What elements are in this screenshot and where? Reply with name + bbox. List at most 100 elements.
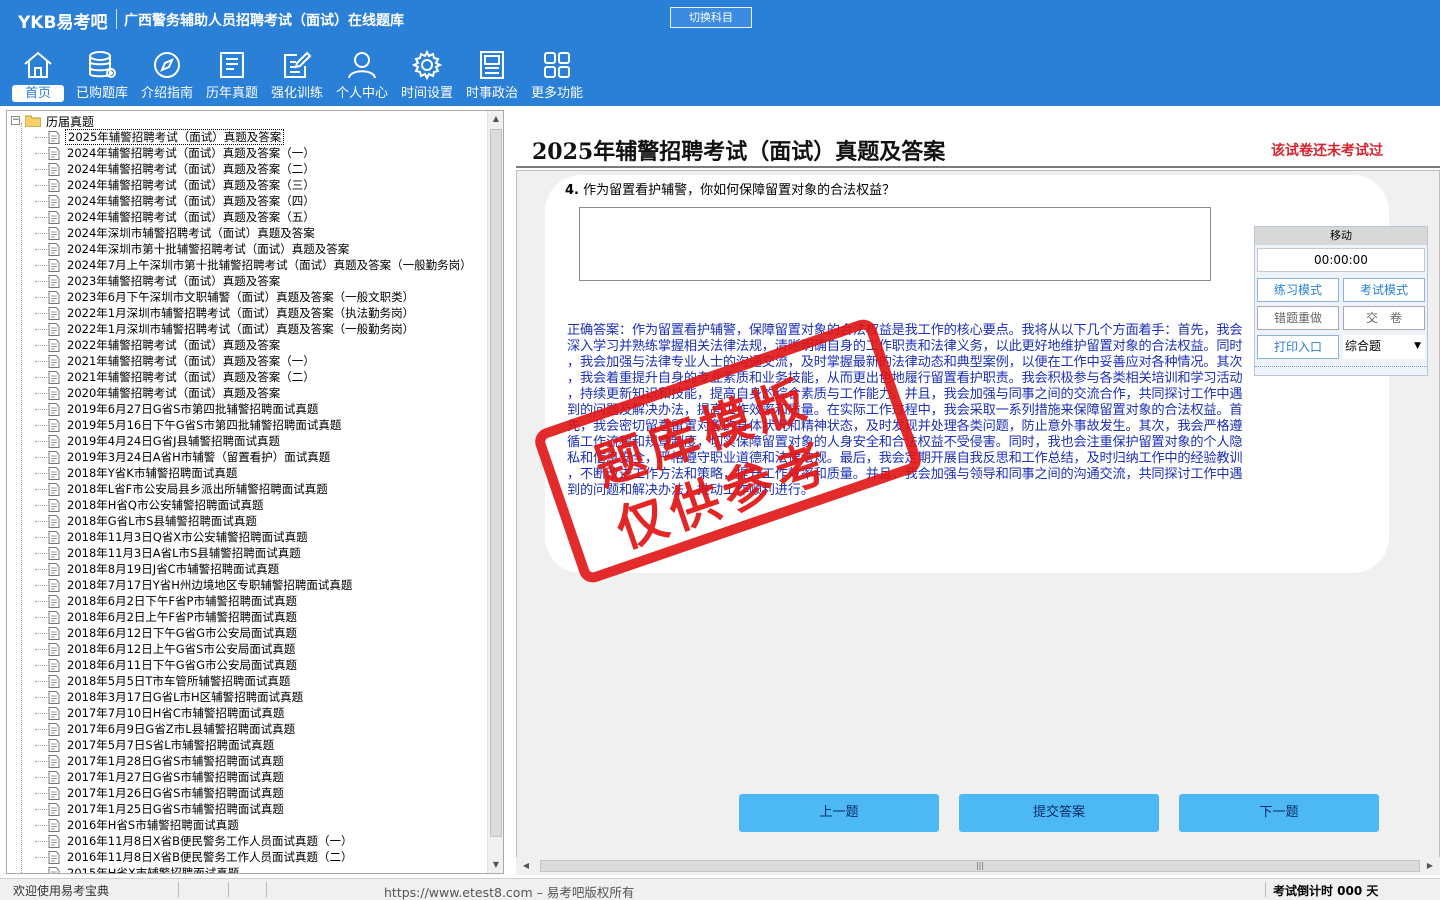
tree-item[interactable]: 2022年1月深圳市辅警招聘考试（面试）真题及答案（执法勤务岗） xyxy=(7,305,487,321)
nav-time-settings-label: 时间设置 xyxy=(400,86,453,101)
document-list-icon xyxy=(216,49,248,81)
tree-item[interactable]: 2023年6月下午深圳市文职辅警（面试）真题及答案（一般文职类） xyxy=(7,289,487,305)
nav-time-settings[interactable]: 时间设置 xyxy=(395,44,459,104)
tree-item[interactable]: 2017年6月9日G省Z市L县辅警招聘面试真题 xyxy=(7,721,487,737)
tree-item[interactable]: 2018年7月17日Y省H州边境地区专职辅警招聘面试真题 xyxy=(7,577,487,593)
tree-item[interactable]: 2016年11月8日X省B便民警务工作人员面试真题（一） xyxy=(7,833,487,849)
nav-training[interactable]: 强化训练 xyxy=(265,44,329,104)
document-icon xyxy=(48,243,60,256)
tree-item[interactable]: 2021年辅警招聘考试（面试）真题及答案（一） xyxy=(7,353,487,369)
exam-countdown: 考试倒计时 000 天 xyxy=(1273,884,1379,898)
tree-item[interactable]: 2018年5月5日T市车管所辅警招聘面试真题 xyxy=(7,673,487,689)
tree-item[interactable]: 2024年辅警招聘考试（面试）真题及答案（五） xyxy=(7,209,487,225)
practice-mode-button[interactable]: 练习模式 xyxy=(1257,278,1339,302)
tree-item[interactable]: 2018年8月19日J省C市辅警招聘面试真题 xyxy=(7,561,487,577)
submit-paper-button[interactable]: 交 卷 xyxy=(1343,306,1425,330)
tree-item[interactable]: 2024年辅警招聘考试（面试）真题及答案（三） xyxy=(7,177,487,193)
tree-connector xyxy=(35,169,47,170)
tree-scroll-thumb[interactable] xyxy=(490,129,502,837)
tree-item[interactable]: 2023年辅警招聘考试（面试）真题及答案 xyxy=(7,273,487,289)
tree-item[interactable]: 2018年11月3日A省L市S县辅警招聘面试真题 xyxy=(7,545,487,561)
document-icon xyxy=(48,659,60,672)
document-icon xyxy=(48,467,60,480)
tree-item[interactable]: 2017年1月26日G省S市辅警招聘面试真题 xyxy=(7,785,487,801)
scroll-down-icon[interactable]: ▼ xyxy=(488,857,503,873)
tree-item[interactable]: 2018年6月11日下午G省G市公安局面试真题 xyxy=(7,657,487,673)
switch-subject-button[interactable]: 切换科目 xyxy=(670,7,752,28)
tree-item[interactable]: 2017年5月7日S省L市辅警招聘面试真题 xyxy=(7,737,487,753)
exam-mode-button[interactable]: 考试模式 xyxy=(1343,278,1425,302)
tree-item[interactable]: 2018年6月12日上午G省S市公安局面试真题 xyxy=(7,641,487,657)
tree-item[interactable]: 2015年H省X市辅警招聘面试真题 xyxy=(7,865,487,873)
tree-item[interactable]: 2016年H省S市辅警招聘面试真题 xyxy=(7,817,487,833)
nav-purchased[interactable]: 已购题库 xyxy=(70,44,134,104)
tree-item[interactable]: 2024年辅警招聘考试（面试）真题及答案（四） xyxy=(7,193,487,209)
tree-item[interactable]: 2017年1月25日G省S市辅警招聘面试真题 xyxy=(7,801,487,817)
chevron-down-icon: ▼ xyxy=(1414,341,1421,351)
tree-item[interactable]: 2019年4月24日G省J县辅警招聘面试真题 xyxy=(7,433,487,449)
nav-more[interactable]: 更多功能 xyxy=(525,44,589,104)
tree-connector xyxy=(35,809,47,810)
tree-item[interactable]: 2018年6月2日上午F省P市辅警招聘面试真题 xyxy=(7,609,487,625)
tree-item-label: 2017年7月10日H省C市辅警招聘面试真题 xyxy=(67,706,285,720)
horizontal-scroll-thumb[interactable]: ||| xyxy=(540,860,1420,872)
nav-profile[interactable]: 个人中心 xyxy=(330,44,394,104)
scroll-right-icon[interactable]: ▶ xyxy=(1422,857,1438,875)
submit-answer-button[interactable]: 提交答案 xyxy=(959,794,1159,832)
tree-connector xyxy=(35,617,47,618)
tree-connector xyxy=(35,249,47,250)
nav-current-affairs[interactable]: 时事政治 xyxy=(460,44,524,104)
tree-item[interactable]: 2018年3月17日G省L市H区辅警招聘面试真题 xyxy=(7,689,487,705)
nav-home[interactable]: 首页 xyxy=(6,44,70,104)
app-header: YKB易考吧 广西警务辅助人员招聘考试（面试）在线题库 切换科目 首页 已购题库… xyxy=(0,0,1440,106)
tree-item[interactable]: 2020年辅警招聘考试（面试）真题及答案 xyxy=(7,385,487,401)
tree-item[interactable]: 2024年7月上午深圳市第十批辅警招聘考试（面试）真题及答案（一般勤务岗） xyxy=(7,257,487,273)
tree-connector xyxy=(35,713,47,714)
tree-item[interactable]: 2019年3月24日A省H市辅警（留置看护）面试真题 xyxy=(7,449,487,465)
answer-line: 循工作流程和规章制度，切实保障留置对象的人身安全和合法权益不受侵害。同时，我也会… xyxy=(567,435,1243,450)
tree-item[interactable]: 2022年1月深圳市辅警招聘考试（面试）真题及答案（一般勤务岗） xyxy=(7,321,487,337)
tree-item[interactable]: 2018年11月3日Q省X市公安辅警招聘面试真题 xyxy=(7,529,487,545)
print-button[interactable]: 打印入口 xyxy=(1257,335,1339,359)
tree-item[interactable]: 2017年1月27日G省S市辅警招聘面试真题 xyxy=(7,769,487,785)
tree-item[interactable]: 2018年6月12日下午G省G市公安局面试真题 xyxy=(7,625,487,641)
scroll-up-icon[interactable]: ▲ xyxy=(488,111,503,127)
status-divider xyxy=(1265,882,1266,897)
tree-item[interactable]: 2024年辅警招聘考试（面试）真题及答案（一） xyxy=(7,145,487,161)
tree-connector xyxy=(35,697,47,698)
tree-scrollbar[interactable]: ▲ ▼ xyxy=(487,111,503,873)
horizontal-scrollbar[interactable]: ◀ ||| ▶ xyxy=(516,857,1440,875)
tree-item[interactable]: 2017年7月10日H省C市辅警招聘面试真题 xyxy=(7,705,487,721)
next-question-button[interactable]: 下一题 xyxy=(1179,794,1379,832)
scroll-left-icon[interactable]: ◀ xyxy=(518,857,534,875)
nav-guide[interactable]: 介绍指南 xyxy=(135,44,199,104)
nav-past-papers[interactable]: 历年真题 xyxy=(200,44,264,104)
tree-item[interactable]: 2016年11月8日X省B便民警务工作人员面试真题（二） xyxy=(7,849,487,865)
tree-connector xyxy=(35,409,47,410)
tree-item[interactable]: 2018年H省Q市公安辅警招聘面试真题 xyxy=(7,497,487,513)
tree-item[interactable]: 2021年辅警招聘考试（面试）真题及答案（二） xyxy=(7,369,487,385)
move-handle[interactable]: 移动 xyxy=(1255,227,1427,245)
tree-item[interactable]: 2024年辅警招聘考试（面试）真题及答案（二） xyxy=(7,161,487,177)
tree-item[interactable]: 2025年辅警招聘考试（面试）真题及答案 xyxy=(7,129,487,145)
tree-item[interactable]: 2018年6月2日下午F省P市辅警招聘面试真题 xyxy=(7,593,487,609)
document-icon xyxy=(48,819,60,832)
tree-item[interactable]: 2018年Y省K市辅警招聘面试真题 xyxy=(7,465,487,481)
prev-question-button[interactable]: 上一题 xyxy=(739,794,939,832)
collapse-icon[interactable]: − xyxy=(11,116,20,125)
tree-connector xyxy=(35,377,47,378)
tree-item[interactable]: 2018年G省L市S县辅警招聘面试真题 xyxy=(7,513,487,529)
tree-item[interactable]: 2019年6月27日G省S市第四批辅警招聘面试真题 xyxy=(7,401,487,417)
redo-wrong-button[interactable]: 错题重做 xyxy=(1257,306,1339,330)
question-panel: 2025年辅警招聘考试（面试）真题及答案 该试卷还未考试过 4. 作为留置看护辅… xyxy=(516,112,1440,877)
tree-item[interactable]: 2022年辅警招聘考试（面试）真题及答案 xyxy=(7,337,487,353)
answer-input[interactable] xyxy=(579,207,1211,281)
question-type-select[interactable]: 综合题 ▼ xyxy=(1343,335,1425,359)
tree-item[interactable]: 2019年5月16日下午G省S市第四批辅警招聘面试真题 xyxy=(7,417,487,433)
tree-item[interactable]: 2024年深圳市第十批辅警招聘考试（面试）真题及答案 xyxy=(7,241,487,257)
resize-handle[interactable] xyxy=(1255,363,1427,367)
tree-item[interactable]: 2024年深圳市辅警招聘考试（面试）真题及答案 xyxy=(7,225,487,241)
tree-item[interactable]: 2018年L省F市公安局县乡派出所辅警招聘面试真题 xyxy=(7,481,487,497)
tree-item[interactable]: 2017年1月28日G省S市辅警招聘面试真题 xyxy=(7,753,487,769)
document-icon xyxy=(48,531,60,544)
